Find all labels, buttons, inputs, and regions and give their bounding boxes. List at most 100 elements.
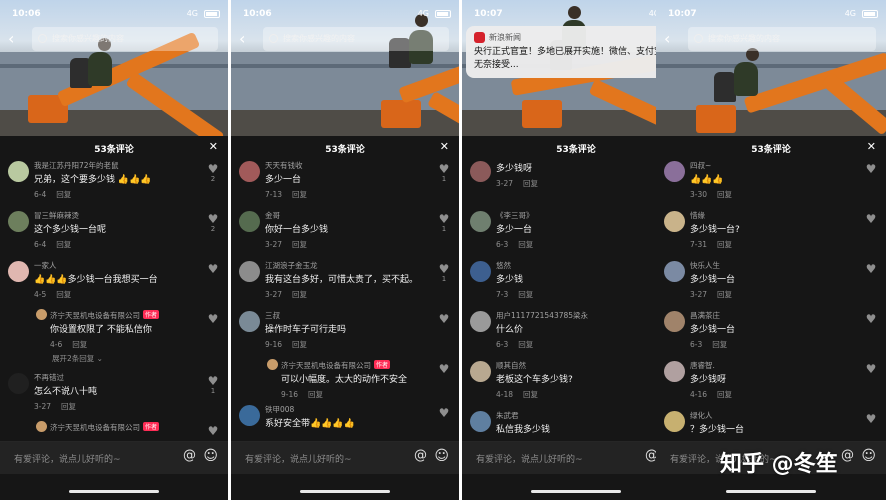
close-icon[interactable]: ✕ bbox=[209, 140, 218, 153]
avatar[interactable] bbox=[470, 261, 491, 282]
comment-username[interactable]: 我是江苏丹阳72年的老鼠 bbox=[34, 158, 202, 171]
reply-button[interactable]: 回复 bbox=[523, 179, 538, 188]
reply-button[interactable]: 回复 bbox=[717, 390, 732, 399]
reply-button[interactable]: 回复 bbox=[518, 290, 533, 299]
comment-item[interactable]: 快乐人生 多少钱一台 3-27 回复 ♥ bbox=[656, 258, 886, 308]
comment-item[interactable]: 一家人 👍👍👍多少钱一台我想买一台 4-5 回复 ♥ bbox=[0, 258, 228, 308]
comment-username[interactable]: 惜缘 bbox=[690, 208, 860, 221]
comment-username[interactable]: 金哥 bbox=[265, 208, 433, 221]
reply-button[interactable]: 回复 bbox=[292, 340, 307, 349]
comment-username[interactable]: 用户1117721543785梁永 bbox=[496, 308, 664, 321]
search-input[interactable]: 搜索你感兴趣的内容 bbox=[32, 27, 218, 51]
chevron-left-icon[interactable]: ‹ bbox=[664, 29, 670, 48]
comment-username[interactable]: 铁甲008 bbox=[265, 402, 433, 415]
comment-item[interactable]: 绿化人 ？多少钱一台 ♥ bbox=[656, 408, 886, 442]
reply-button[interactable]: 回复 bbox=[717, 240, 732, 249]
comment-username[interactable]: 天天有钱收 bbox=[265, 158, 433, 171]
reply-item[interactable]: 济宁天昱机电设备有限公司 作者 ♥ bbox=[0, 420, 228, 442]
comment-username[interactable]: 济宁天昱机电设备有限公司 作者 bbox=[50, 420, 202, 433]
comment-input-bar[interactable]: 有爱评论，说点儿好听的~ @ ☺ bbox=[231, 442, 459, 474]
search-input[interactable]: 搜索你感兴趣的内容 bbox=[263, 27, 449, 51]
like-button[interactable]: ♥ 2 bbox=[206, 163, 220, 183]
like-button[interactable]: ♥ 1 bbox=[206, 375, 220, 395]
comment-input-bar[interactable]: 有爱评论，说点儿好听的~ @ ☺ bbox=[0, 442, 228, 474]
comment-item[interactable]: 四叔~ 👍👍👍 3-30 回复 ♥ bbox=[656, 158, 886, 208]
avatar[interactable] bbox=[239, 161, 260, 182]
comment-username[interactable]: 朱武君 bbox=[496, 408, 664, 421]
comment-item[interactable]: 昌满茶庄 多少钱一台 6-3 回复 ♥ bbox=[656, 308, 886, 358]
reply-button[interactable]: 回复 bbox=[518, 240, 533, 249]
like-button[interactable]: ♥ 1 bbox=[437, 263, 451, 283]
like-button[interactable]: ♥ bbox=[864, 363, 878, 375]
avatar[interactable] bbox=[470, 311, 491, 332]
comment-username[interactable]: 济宁天昱机电设备有限公司 作者 bbox=[281, 358, 433, 371]
comment-item[interactable]: 惜缘 多少钱一台? 7-31 回复 ♥ bbox=[656, 208, 886, 258]
chevron-left-icon[interactable]: ‹ bbox=[8, 29, 14, 48]
reply-button[interactable]: 回复 bbox=[292, 190, 307, 199]
reply-button[interactable]: 回复 bbox=[56, 290, 71, 299]
like-button[interactable]: ♥ bbox=[864, 263, 878, 275]
at-icon[interactable]: @ bbox=[183, 448, 196, 463]
comment-username[interactable]: 一家人 bbox=[34, 258, 202, 271]
like-button[interactable]: ♥ bbox=[206, 313, 220, 325]
like-button[interactable]: ♥ bbox=[864, 163, 878, 175]
comment-item[interactable]: 三叔 操作时车子可行走吗 9-16 回复 ♥ bbox=[231, 308, 459, 358]
avatar[interactable] bbox=[664, 211, 685, 232]
chevron-left-icon[interactable]: ‹ bbox=[239, 29, 245, 48]
avatar[interactable] bbox=[8, 211, 29, 232]
comment-item[interactable]: 江湖浪子金玉龙 我有这台多好，可惜太贵了，买不起。 3-27 回复 ♥ 1 bbox=[231, 258, 459, 308]
avatar[interactable] bbox=[239, 211, 260, 232]
reply-button[interactable]: 回复 bbox=[56, 240, 71, 249]
close-icon[interactable]: ✕ bbox=[867, 140, 876, 153]
comment-username[interactable]: 顺其自然 bbox=[496, 358, 664, 371]
like-button[interactable]: ♥ bbox=[437, 313, 451, 325]
avatar[interactable] bbox=[664, 261, 685, 282]
comment-username[interactable]: 江湖浪子金玉龙 bbox=[265, 258, 433, 271]
avatar[interactable] bbox=[8, 373, 29, 394]
reply-item[interactable]: 济宁天昱机电设备有限公司 作者 可以小幅度。太大的动作不安全 9-16 回复 ♥ bbox=[231, 358, 459, 402]
comment-username[interactable]: 不再错过 bbox=[34, 370, 202, 383]
comment-username[interactable]: 冒三鲜麻辣烫 bbox=[34, 208, 202, 221]
reply-button[interactable]: 回复 bbox=[712, 340, 727, 349]
comment-list[interactable]: 天天有钱收 多少一台 7-13 回复 ♥ 1 金哥 你好一台多少钱 3-27 回复 ♥ 1 江湖浪子金玉… bbox=[231, 158, 459, 442]
comment-item[interactable]: 我是江苏丹阳72年的老鼠 兄弟，这个要多少钱 👍👍👍 6-4 回复 ♥ 2 bbox=[0, 158, 228, 208]
reply-button[interactable]: 回复 bbox=[292, 240, 307, 249]
comment-item[interactable]: 天天有钱收 多少一台 7-13 回复 ♥ 1 bbox=[231, 158, 459, 208]
like-button[interactable]: ♥ bbox=[437, 407, 451, 419]
comment-username[interactable]: 《李三哥》 bbox=[496, 208, 664, 221]
comment-username[interactable] bbox=[496, 158, 664, 160]
like-button[interactable]: ♥ 2 bbox=[206, 213, 220, 233]
comment-username[interactable]: 绿化人 bbox=[690, 408, 860, 421]
like-button[interactable]: ♥ bbox=[864, 213, 878, 225]
search-input[interactable]: 搜索你感兴趣的内容 bbox=[688, 27, 876, 51]
reply-button[interactable]: 回复 bbox=[308, 390, 323, 399]
comment-item[interactable]: 冒三鲜麻辣烫 这个多少钱一台呢 6-4 回复 ♥ 2 bbox=[0, 208, 228, 258]
avatar[interactable] bbox=[664, 161, 685, 182]
comment-list[interactable]: 我是江苏丹阳72年的老鼠 兄弟，这个要多少钱 👍👍👍 6-4 回复 ♥ 2 冒三鲜麻辣烫 这个… bbox=[0, 158, 228, 442]
like-button[interactable]: ♥ bbox=[864, 413, 878, 425]
reply-button[interactable]: 回复 bbox=[717, 290, 732, 299]
avatar[interactable] bbox=[239, 405, 260, 426]
emoji-icon[interactable]: ☺ bbox=[861, 448, 876, 464]
emoji-icon[interactable]: ☺ bbox=[203, 448, 218, 464]
comment-item[interactable]: 唐睿智. 多少钱呀 4-16 回复 ♥ bbox=[656, 358, 886, 408]
avatar[interactable] bbox=[470, 361, 491, 382]
like-button[interactable]: ♥ bbox=[437, 363, 451, 375]
emoji-icon[interactable]: ☺ bbox=[434, 448, 449, 464]
avatar[interactable] bbox=[239, 311, 260, 332]
avatar[interactable] bbox=[470, 411, 491, 432]
comment-username[interactable]: 昌满茶庄 bbox=[690, 308, 860, 321]
comment-username[interactable]: 快乐人生 bbox=[690, 258, 860, 271]
avatar[interactable] bbox=[36, 421, 47, 432]
comment-username[interactable]: 唐睿智. bbox=[690, 358, 860, 371]
like-button[interactable]: ♥ bbox=[864, 313, 878, 325]
avatar[interactable] bbox=[664, 411, 685, 432]
reply-button[interactable]: 回复 bbox=[56, 190, 71, 199]
notification-banner[interactable]: 新浪新闻 央行正式官宣！多地已展开实施！微信、支付宝只能无奈接受... bbox=[466, 26, 688, 78]
comment-username[interactable]: 悠然 bbox=[496, 258, 664, 271]
reply-button[interactable]: 回复 bbox=[61, 402, 76, 411]
reply-button[interactable]: 回复 bbox=[292, 290, 307, 299]
avatar[interactable] bbox=[267, 359, 278, 370]
like-button[interactable]: ♥ 1 bbox=[437, 163, 451, 183]
comment-username[interactable]: 四叔~ bbox=[690, 158, 860, 171]
